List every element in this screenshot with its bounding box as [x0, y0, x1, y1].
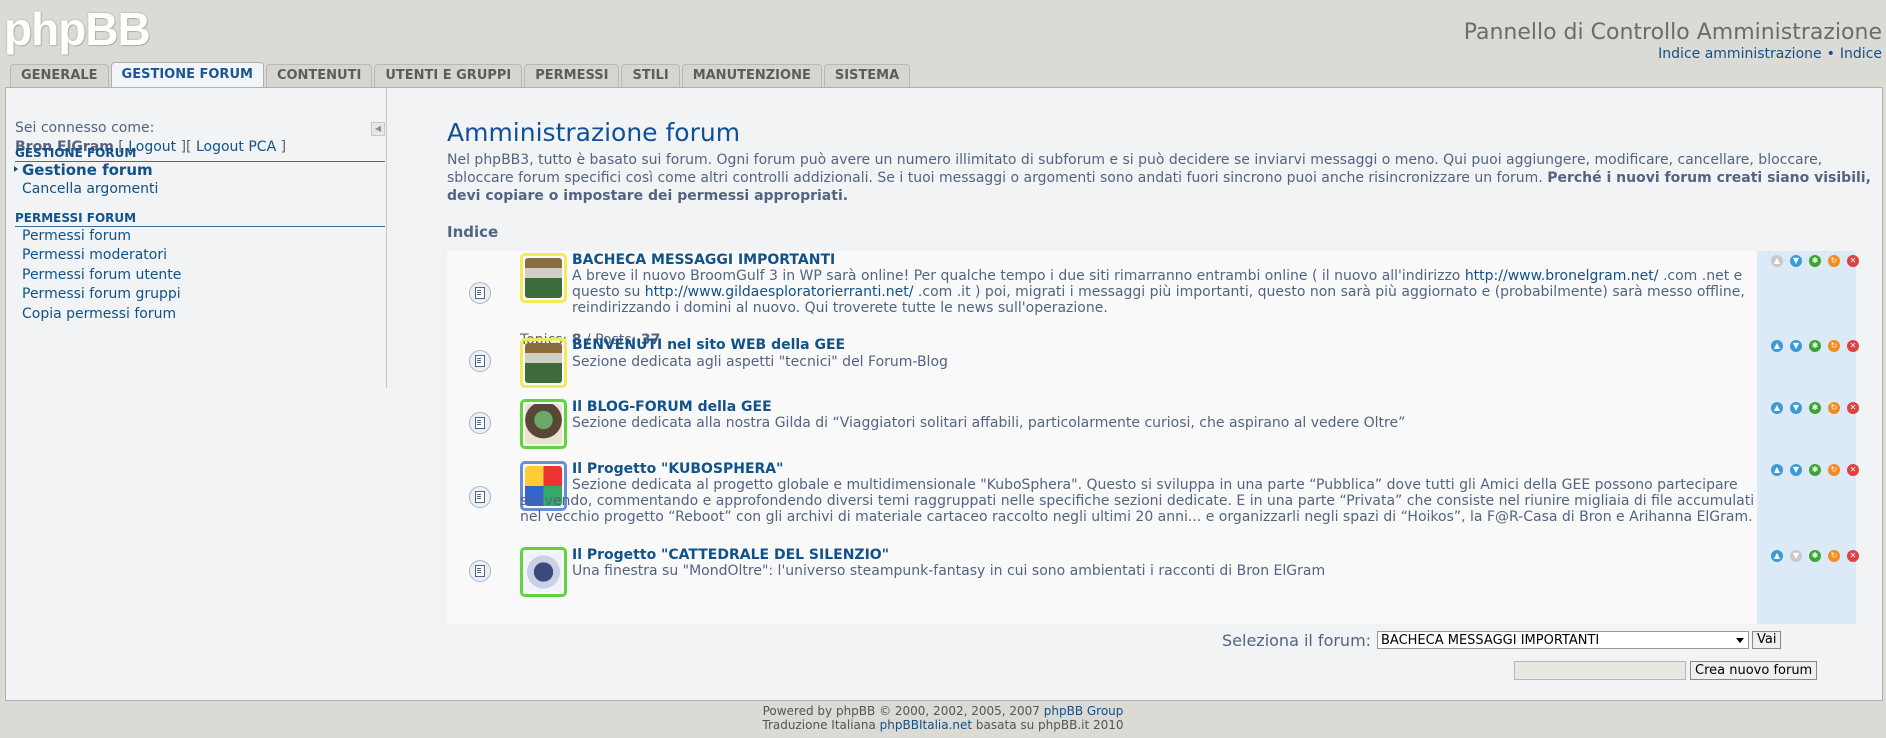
- sidebar-item-copia-permessi-forum[interactable]: Copia permessi forum: [22, 306, 176, 322]
- select-forum-label: Seleziona il forum:: [1222, 631, 1372, 650]
- forum-image: [520, 399, 567, 449]
- board-index-link[interactable]: Indice: [1840, 46, 1882, 62]
- move-down-icon[interactable]: ▼: [1790, 464, 1802, 476]
- tab-contenuti[interactable]: CONTENUTI: [265, 64, 373, 87]
- sidebar-item-permessi-forum-utente[interactable]: Permessi forum utente: [22, 267, 181, 283]
- footer-line-1: Powered by phpBB © 2000, 2002, 2005, 200…: [0, 704, 1886, 718]
- acp-panel: ◀ Sei connesso come: Bron ElGram [ Logou…: [5, 87, 1883, 701]
- forum-folder-icon: [469, 412, 491, 434]
- forum-title-link[interactable]: BENVENUTI nel sito WEB della GEE: [572, 337, 845, 353]
- sidebar: ◀ Sei connesso come: Bron ElGram [ Logou…: [6, 88, 387, 388]
- forum-select-value: BACHECA MESSAGGI IMPORTANTI: [1381, 633, 1600, 648]
- collapse-menu-icon[interactable]: ◀: [371, 122, 385, 136]
- tab-bar: GENERALE GESTIONE FORUM CONTENUTI UTENTI…: [10, 62, 912, 88]
- delete-icon[interactable]: ✕: [1847, 340, 1859, 352]
- forum-folder-icon: [469, 282, 491, 304]
- menu-header-permessi-forum: PERMESSI FORUM: [15, 211, 385, 227]
- footer-line-2: Traduzione Italiana phpBBItalia.net basa…: [0, 718, 1886, 732]
- sync-icon[interactable]: ↻: [1828, 340, 1840, 352]
- logged-in-label: Sei connesso come:: [15, 120, 155, 136]
- breadcrumb[interactable]: Indice: [447, 223, 498, 241]
- forum-image: [520, 338, 567, 388]
- forum-select[interactable]: BACHECA MESSAGGI IMPORTANTI: [1377, 631, 1749, 649]
- move-down-icon: ▼: [1790, 550, 1802, 562]
- intro-text: Nel phpBB3, tutto è basato sui forum. Og…: [447, 151, 1872, 205]
- delete-icon[interactable]: ✕: [1847, 255, 1859, 267]
- phpbbitalia-link[interactable]: phpBBItalia.net: [880, 718, 972, 732]
- move-down-icon[interactable]: ▼: [1790, 402, 1802, 414]
- forum-description: Sezione dedicata alla nostra Gilda di “V…: [572, 415, 1406, 431]
- forum-title-link[interactable]: Il Progetto "CATTEDRALE DEL SILENZIO": [572, 547, 889, 563]
- forum-folder-icon: [469, 350, 491, 372]
- edit-gear-icon[interactable]: ✱: [1809, 340, 1821, 352]
- move-up-icon[interactable]: ▲: [1771, 402, 1783, 414]
- tab-sistema[interactable]: SISTEMA: [823, 64, 911, 87]
- sidebar-item-permessi-forum[interactable]: Permessi forum: [22, 228, 131, 244]
- forum-image: [520, 547, 567, 597]
- main-title: Amministrazione forum: [447, 118, 741, 147]
- sidebar-item-cancella-argomenti[interactable]: Cancella argomenti: [22, 181, 158, 197]
- forum-folder-icon: [469, 560, 491, 582]
- edit-gear-icon[interactable]: ✱: [1809, 464, 1821, 476]
- phpbb-group-link[interactable]: phpBB Group: [1044, 704, 1124, 718]
- forum-description: A breve il nuovo BroomGulf 3 in WP sarà …: [572, 268, 1757, 316]
- forum-title-link[interactable]: BACHECA MESSAGGI IMPORTANTI: [572, 252, 835, 268]
- forum-title-link[interactable]: Il BLOG-FORUM della GEE: [572, 399, 772, 415]
- move-up-icon[interactable]: ▲: [1771, 464, 1783, 476]
- edit-gear-icon[interactable]: ✱: [1809, 402, 1821, 414]
- create-forum-button[interactable]: Crea nuovo forum: [1690, 661, 1818, 680]
- admin-index-link[interactable]: Indice amministrazione: [1658, 46, 1821, 62]
- tab-gestione-forum[interactable]: GESTIONE FORUM: [110, 62, 264, 88]
- forum-title-link[interactable]: Il Progetto "KUBOSPHERA": [572, 461, 783, 477]
- forum-description: Una finestra su "MondOltre": l'universo …: [572, 563, 1326, 579]
- gilda-link[interactable]: http://www.gildaesploratorierranti.net/: [645, 284, 914, 300]
- actions-column: [1757, 251, 1856, 624]
- desc-text: A breve il nuovo BroomGulf 3 in WP sarà …: [572, 268, 1465, 284]
- sync-icon[interactable]: ↻: [1828, 402, 1840, 414]
- delete-icon[interactable]: ✕: [1847, 464, 1859, 476]
- forum-folder-icon: [469, 486, 491, 508]
- tab-stili[interactable]: STILI: [621, 64, 680, 87]
- sync-icon[interactable]: ↻: [1828, 550, 1840, 562]
- footer-text: basata su phpBB.it 2010: [972, 718, 1124, 732]
- page-title: Pannello di Controllo Amministrazione: [1463, 20, 1882, 45]
- forum-description: Sezione dedicata agli aspetti "tecnici" …: [572, 354, 948, 370]
- edit-gear-icon[interactable]: ✱: [1809, 550, 1821, 562]
- delete-icon[interactable]: ✕: [1847, 550, 1859, 562]
- sidebar-item-label: Gestione forum: [22, 161, 153, 179]
- sync-icon[interactable]: ↻: [1828, 255, 1840, 267]
- active-marker-icon: [14, 166, 18, 172]
- move-up-icon[interactable]: ▲: [1771, 550, 1783, 562]
- footer-text: Traduzione Italiana: [762, 718, 880, 732]
- forum-image: [520, 253, 567, 303]
- move-up-icon[interactable]: ▲: [1771, 340, 1783, 352]
- tab-permessi[interactable]: PERMESSI: [524, 64, 620, 87]
- move-down-icon[interactable]: ▼: [1790, 255, 1802, 267]
- move-down-icon[interactable]: ▼: [1790, 340, 1802, 352]
- main-content: Amministrazione forum Nel phpBB3, tutto …: [442, 88, 1872, 700]
- sidebar-item-gestione-forum[interactable]: Gestione forum: [14, 161, 153, 179]
- sync-icon[interactable]: ↻: [1828, 464, 1840, 476]
- menu-header-gestione-forum: GESTIONE FORUM: [15, 146, 385, 162]
- tab-utenti-gruppi[interactable]: UTENTI E GRUPPI: [374, 64, 523, 87]
- edit-gear-icon[interactable]: ✱: [1809, 255, 1821, 267]
- tab-generale[interactable]: GENERALE: [10, 64, 109, 87]
- bronelgram-link[interactable]: http://www.bronelgram.net/: [1465, 268, 1659, 284]
- separator: •: [1826, 46, 1835, 62]
- chevron-down-icon: [1736, 638, 1744, 643]
- sidebar-item-permessi-moderatori[interactable]: Permessi moderatori: [22, 247, 167, 263]
- phpbb-logo: phpBB: [4, 3, 151, 55]
- delete-icon[interactable]: ✕: [1847, 402, 1859, 414]
- sidebar-item-permessi-forum-gruppi[interactable]: Permessi forum gruppi: [22, 286, 181, 302]
- move-up-icon: ▲: [1771, 255, 1783, 267]
- forum-table: BACHECA MESSAGGI IMPORTANTI A breve il n…: [447, 251, 1859, 624]
- footer-text: Powered by phpBB © 2000, 2002, 2005, 200…: [762, 704, 1044, 718]
- new-forum-name-input[interactable]: [1514, 661, 1686, 680]
- forum-description: Sezione dedicata al progetto globale e m…: [520, 477, 1755, 525]
- go-button[interactable]: Vai: [1752, 631, 1782, 649]
- footer: Powered by phpBB © 2000, 2002, 2005, 200…: [0, 704, 1886, 732]
- header-links: Indice amministrazione • Indice: [1658, 46, 1882, 62]
- tab-manutenzione[interactable]: MANUTENZIONE: [681, 64, 822, 87]
